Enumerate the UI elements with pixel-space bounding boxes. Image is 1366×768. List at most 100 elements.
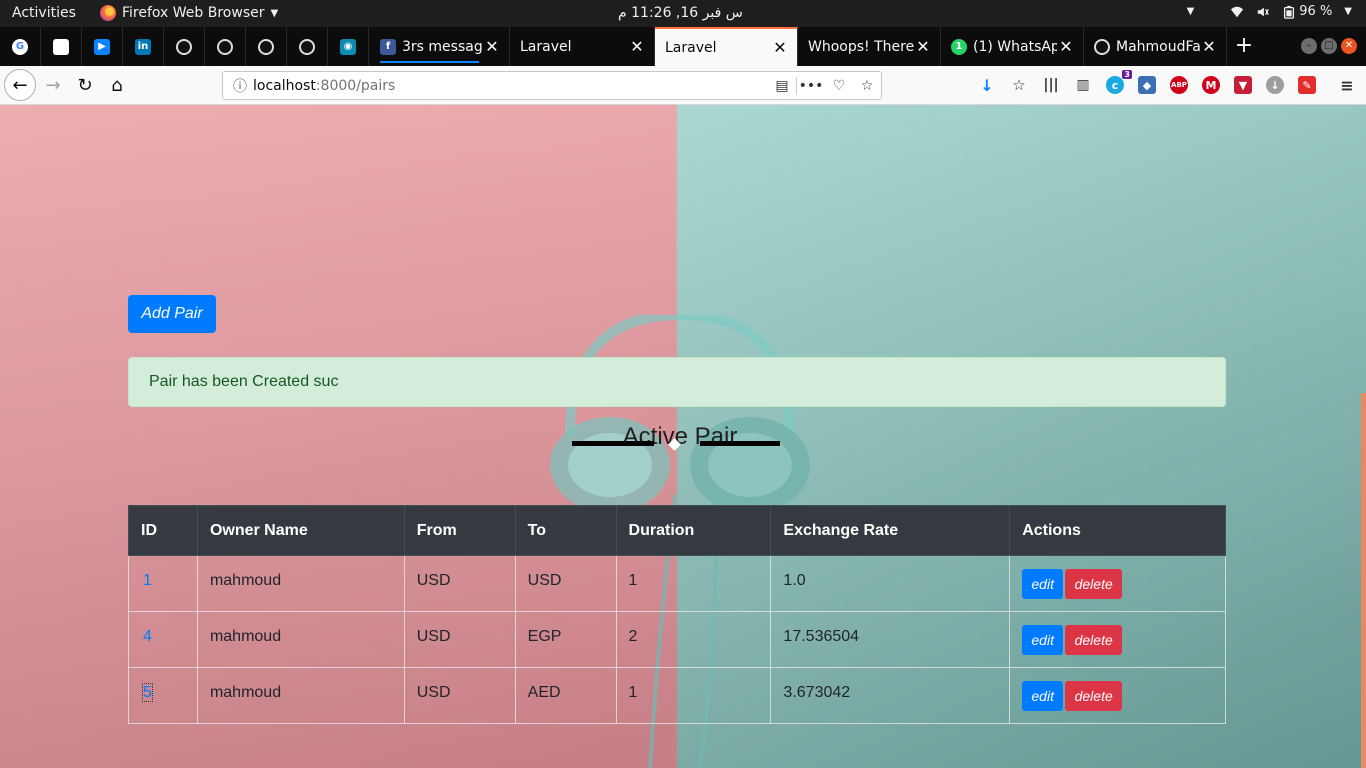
rate-cell: 1.0 [770, 555, 1011, 612]
github-icon [1094, 38, 1110, 55]
activities-button[interactable]: Activities [12, 5, 76, 21]
add-pair-button[interactable]: Add Pair [128, 295, 216, 333]
column-header-actions: Actions [1009, 505, 1226, 556]
tab-laravel-active[interactable]: Laravel ✕ [655, 27, 798, 66]
scrollbar-thumb[interactable] [1361, 393, 1366, 768]
pinned-tab[interactable] [164, 27, 205, 66]
hamburger-menu-icon[interactable]: ≡ [1338, 76, 1356, 95]
table-row: 1 mahmoud USD USD 1 1.0 edit delete [128, 555, 1226, 612]
github-icon [258, 38, 274, 55]
github-icon [176, 38, 192, 55]
pinned-tab[interactable] [287, 27, 328, 66]
system-tray[interactable]: ▼ 96 % ▼ [1187, 4, 1352, 19]
tab-label: Whoops! There [808, 38, 914, 55]
delete-button[interactable]: delete [1065, 569, 1123, 599]
pair-id-link[interactable]: 1 [143, 572, 152, 589]
close-icon[interactable]: ✕ [914, 37, 932, 56]
pinned-tab[interactable] [246, 27, 287, 66]
sidebar-icon[interactable]: ▥ [1074, 76, 1092, 94]
to-cell: USD [514, 555, 617, 612]
system-top-bar: Activities Firefox Web Browser ▼ س فبر 1… [0, 0, 1366, 27]
pair-id-link[interactable]: 5 [142, 683, 153, 702]
minimize-button[interactable]: – [1301, 38, 1317, 54]
reload-button[interactable]: ↻ [70, 70, 100, 100]
downloads-icon[interactable]: ↓ [978, 76, 996, 95]
close-icon[interactable]: ✕ [771, 38, 789, 57]
edit-button[interactable]: edit [1022, 681, 1064, 711]
from-cell: USD [403, 611, 516, 668]
rate-cell: 3.673042 [770, 667, 1011, 724]
tab-label: Laravel [665, 39, 717, 56]
url-host: localhost [253, 77, 316, 94]
pinned-tabs: G ▶ in ◉ [0, 27, 369, 66]
adblock-icon[interactable]: ABP [1170, 76, 1188, 94]
volume-icon [1258, 7, 1270, 16]
pair-id-link[interactable]: 4 [143, 628, 152, 645]
app-menu[interactable]: Firefox Web Browser ▼ [100, 5, 278, 21]
battery-indicator: 96 % [1282, 4, 1332, 19]
pen-icon[interactable]: ✎ [1298, 76, 1316, 94]
from-cell: USD [403, 667, 516, 724]
close-icon[interactable]: ✕ [628, 37, 646, 56]
reader-view-icon[interactable]: ▤ [768, 78, 796, 94]
pocket-icon[interactable]: ♡ [825, 78, 853, 94]
url-bar[interactable]: ⓘ localhost :8000/pairs ▤ ••• ♡ ☆ [222, 71, 882, 100]
pinned-tab[interactable]: G [0, 27, 41, 66]
page-actions-icon[interactable]: ••• [797, 78, 825, 94]
info-icon[interactable]: ⓘ [227, 76, 253, 96]
extension-badge: 3 [1122, 70, 1132, 79]
google-icon: G [12, 38, 28, 55]
whatsapp-icon: 1 [951, 38, 967, 55]
mega-icon[interactable]: M [1202, 76, 1220, 94]
actions-cell: edit delete [1009, 555, 1226, 612]
close-window-button[interactable]: ✕ [1341, 38, 1357, 54]
clock[interactable]: س فبر 16, 11:26 م [618, 5, 743, 21]
chevron-down-icon: ▼ [1344, 6, 1352, 17]
pinned-tab[interactable]: ◉ [328, 27, 369, 66]
navigation-toolbar: ← → ↻ ⌂ ⓘ localhost :8000/pairs ▤ ••• ♡ … [0, 66, 1366, 105]
back-button[interactable]: ← [4, 69, 36, 101]
close-icon[interactable]: ✕ [483, 37, 501, 56]
duration-cell: 2 [615, 611, 772, 668]
tab-github-profile[interactable]: MahmoudFa ✕ [1084, 27, 1227, 66]
edit-button[interactable]: edit [1022, 569, 1064, 599]
tab-whatsapp[interactable]: 1 (1) WhatsAp ✕ [941, 27, 1084, 66]
pinned-tab[interactable]: ▶ [82, 27, 123, 66]
owner-cell: mahmoud [196, 555, 405, 612]
column-header-id: ID [128, 505, 198, 556]
delete-button[interactable]: delete [1065, 625, 1123, 655]
tab-whoops[interactable]: Whoops! There ✕ [798, 27, 941, 66]
tab-bar: G ▶ in ◉ f 3rs message ✕ Laravel ✕ Laravel … [0, 27, 1366, 66]
chevron-down-icon: ▼ [270, 7, 279, 19]
delete-button[interactable]: delete [1065, 681, 1123, 711]
column-header-rate: Exchange Rate [770, 505, 1011, 556]
actions-cell: edit delete [1009, 611, 1226, 668]
tab-laravel[interactable]: Laravel ✕ [510, 27, 655, 66]
bookmarks-menu-icon[interactable]: ☆ [1010, 76, 1028, 94]
wifi-icon [1231, 6, 1244, 17]
github-icon [299, 38, 315, 55]
edit-button[interactable]: edit [1022, 625, 1064, 655]
shield-icon[interactable]: ◆ [1138, 76, 1156, 94]
close-icon[interactable]: ✕ [1057, 37, 1075, 56]
pinned-tab[interactable] [41, 27, 82, 66]
maximize-button[interactable]: □ [1321, 38, 1337, 54]
home-button[interactable]: ⌂ [102, 70, 132, 100]
tab-label: 3rs message [402, 38, 483, 55]
rate-cell: 17.536504 [770, 611, 1011, 668]
linkedin-icon: in [135, 38, 151, 55]
to-cell: AED [514, 667, 617, 724]
title-divider-left [572, 441, 654, 446]
close-icon[interactable]: ✕ [1200, 37, 1218, 56]
column-header-duration: Duration [615, 505, 772, 556]
extension-icon[interactable]: c3 [1106, 70, 1132, 94]
forward-button[interactable]: → [38, 70, 68, 100]
tab-facebook-messages[interactable]: f 3rs message ✕ [370, 27, 510, 66]
save-icon[interactable]: ▼ [1234, 76, 1252, 94]
download-helper-icon[interactable]: ↓ [1266, 76, 1284, 94]
new-tab-button[interactable]: + [1232, 33, 1256, 58]
bookmark-star-icon[interactable]: ☆ [853, 78, 881, 94]
library-icon[interactable]: ||| [1042, 76, 1060, 94]
pinned-tab[interactable]: in [123, 27, 164, 66]
pinned-tab[interactable] [205, 27, 246, 66]
